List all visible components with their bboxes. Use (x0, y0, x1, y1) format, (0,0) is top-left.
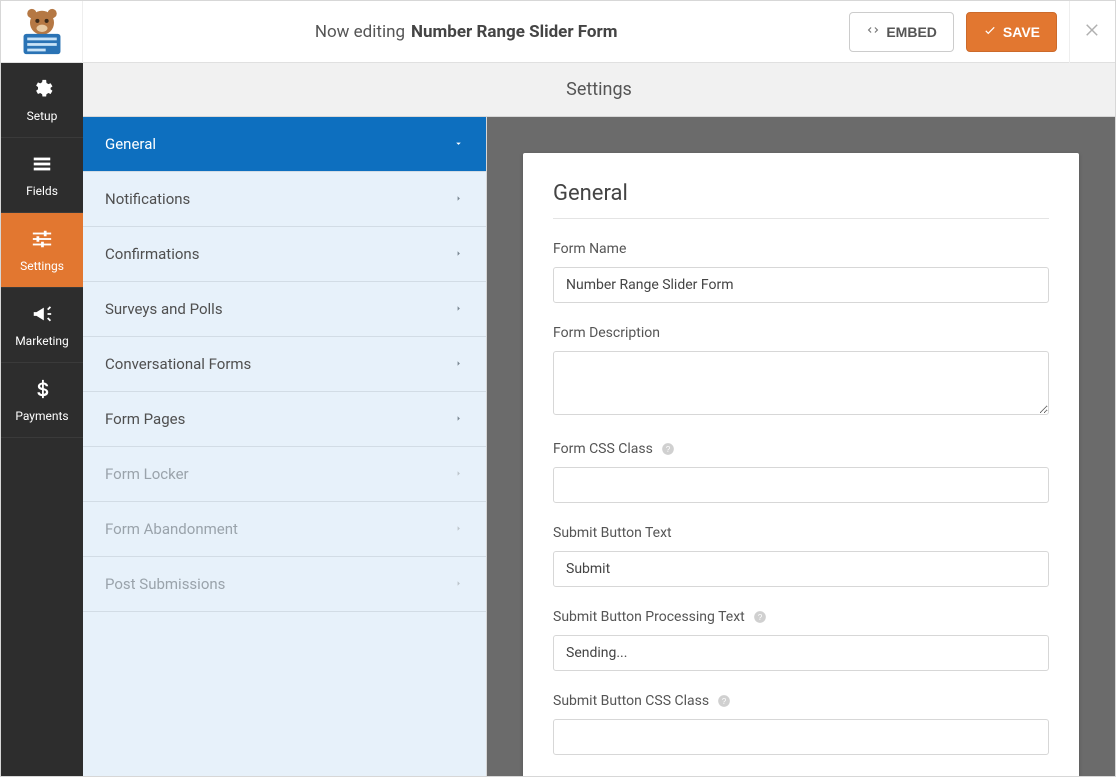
field-submit-css: Submit Button CSS Class ? (553, 693, 1049, 755)
svg-text:?: ? (722, 697, 727, 706)
embed-button[interactable]: EMBED (849, 12, 954, 52)
form-title: Number Range Slider Form (411, 22, 617, 42)
settings-item-general[interactable]: General (83, 117, 486, 172)
field-label: Form Description (553, 325, 660, 341)
chevron-right-icon (453, 575, 464, 593)
editing-prefix: Now editing (315, 22, 405, 42)
settings-panel-general: General Form Name Form Description Form … (523, 153, 1079, 776)
form-css-class-input[interactable] (553, 467, 1049, 503)
nav-label: Marketing (15, 334, 69, 348)
nav-label: Fields (26, 184, 58, 198)
field-label: Submit Button Processing Text (553, 609, 745, 625)
help-icon[interactable]: ? (753, 610, 767, 624)
nav-marketing[interactable]: Marketing (1, 288, 83, 363)
settings-list: General Notifications Confirmations Surv… (83, 117, 487, 776)
close-icon (1084, 21, 1102, 43)
field-label: Submit Button Text (553, 525, 672, 541)
chevron-right-icon (453, 355, 464, 373)
form-name-input[interactable] (553, 267, 1049, 303)
chevron-right-icon (453, 245, 464, 263)
app-logo (1, 1, 83, 63)
canvas-area: General Form Name Form Description Form … (487, 117, 1115, 776)
page-title: Now editing Number Range Slider Form (83, 22, 849, 42)
nav-settings[interactable]: Settings (1, 213, 83, 288)
gear-icon (31, 78, 53, 103)
chevron-right-icon (453, 465, 464, 483)
dollar-icon (31, 378, 53, 403)
settings-item-label: General (105, 135, 156, 153)
settings-item-label: Notifications (105, 190, 190, 208)
help-icon[interactable]: ? (717, 694, 731, 708)
settings-item-label: Form Locker (105, 465, 189, 483)
sliders-icon (31, 228, 53, 253)
settings-item-label: Form Abandonment (105, 520, 238, 538)
settings-item-label: Form Pages (105, 410, 185, 428)
settings-item-conversational[interactable]: Conversational Forms (83, 337, 486, 392)
nav-label: Setup (27, 109, 58, 123)
settings-item-form-pages[interactable]: Form Pages (83, 392, 486, 447)
settings-item-label: Surveys and Polls (105, 300, 223, 318)
svg-text:?: ? (666, 445, 671, 454)
close-button[interactable] (1069, 1, 1115, 63)
submit-processing-input[interactable] (553, 635, 1049, 671)
field-form-css-class: Form CSS Class ? (553, 441, 1049, 503)
settings-item-form-locker[interactable]: Form Locker (83, 447, 486, 502)
form-description-input[interactable] (553, 351, 1049, 415)
settings-item-form-abandonment[interactable]: Form Abandonment (83, 502, 486, 557)
save-button[interactable]: SAVE (966, 12, 1057, 52)
top-actions: EMBED SAVE (849, 12, 1069, 52)
left-nav: Setup Fields Settings Marketing Payments (1, 63, 83, 776)
help-icon[interactable]: ? (661, 442, 675, 456)
top-bar: Now editing Number Range Slider Form EMB… (1, 1, 1115, 63)
nav-fields[interactable]: Fields (1, 138, 83, 213)
chevron-right-icon (453, 410, 464, 428)
nav-label: Payments (15, 409, 68, 423)
field-form-description: Form Description (553, 325, 1049, 419)
field-submit-text: Submit Button Text (553, 525, 1049, 587)
nav-setup[interactable]: Setup (1, 63, 83, 138)
field-label: Form CSS Class (553, 441, 653, 457)
megaphone-icon (31, 303, 53, 328)
submit-text-input[interactable] (553, 551, 1049, 587)
field-form-name: Form Name (553, 241, 1049, 303)
field-submit-processing: Submit Button Processing Text ? (553, 609, 1049, 671)
save-label: SAVE (1003, 24, 1040, 40)
chevron-right-icon (453, 520, 464, 538)
field-label: Submit Button CSS Class (553, 693, 709, 709)
panel-heading: General (553, 181, 1049, 219)
chevron-right-icon (453, 300, 464, 318)
settings-item-label: Conversational Forms (105, 355, 251, 373)
nav-payments[interactable]: Payments (1, 363, 83, 438)
settings-item-label: Post Submissions (105, 575, 225, 593)
embed-label: EMBED (886, 24, 937, 40)
code-icon (866, 23, 880, 40)
settings-item-label: Confirmations (105, 245, 199, 263)
check-icon (983, 23, 997, 40)
settings-item-surveys[interactable]: Surveys and Polls (83, 282, 486, 337)
settings-subheader: Settings (83, 63, 1115, 117)
field-label: Form Name (553, 241, 626, 257)
svg-text:?: ? (757, 613, 762, 622)
settings-item-confirmations[interactable]: Confirmations (83, 227, 486, 282)
list-icon (31, 153, 53, 178)
subheader-title: Settings (566, 79, 632, 100)
chevron-right-icon (453, 190, 464, 208)
submit-css-input[interactable] (553, 719, 1049, 755)
settings-item-notifications[interactable]: Notifications (83, 172, 486, 227)
settings-item-post-submissions[interactable]: Post Submissions (83, 557, 486, 612)
nav-label: Settings (20, 259, 64, 273)
chevron-down-icon (453, 135, 464, 153)
